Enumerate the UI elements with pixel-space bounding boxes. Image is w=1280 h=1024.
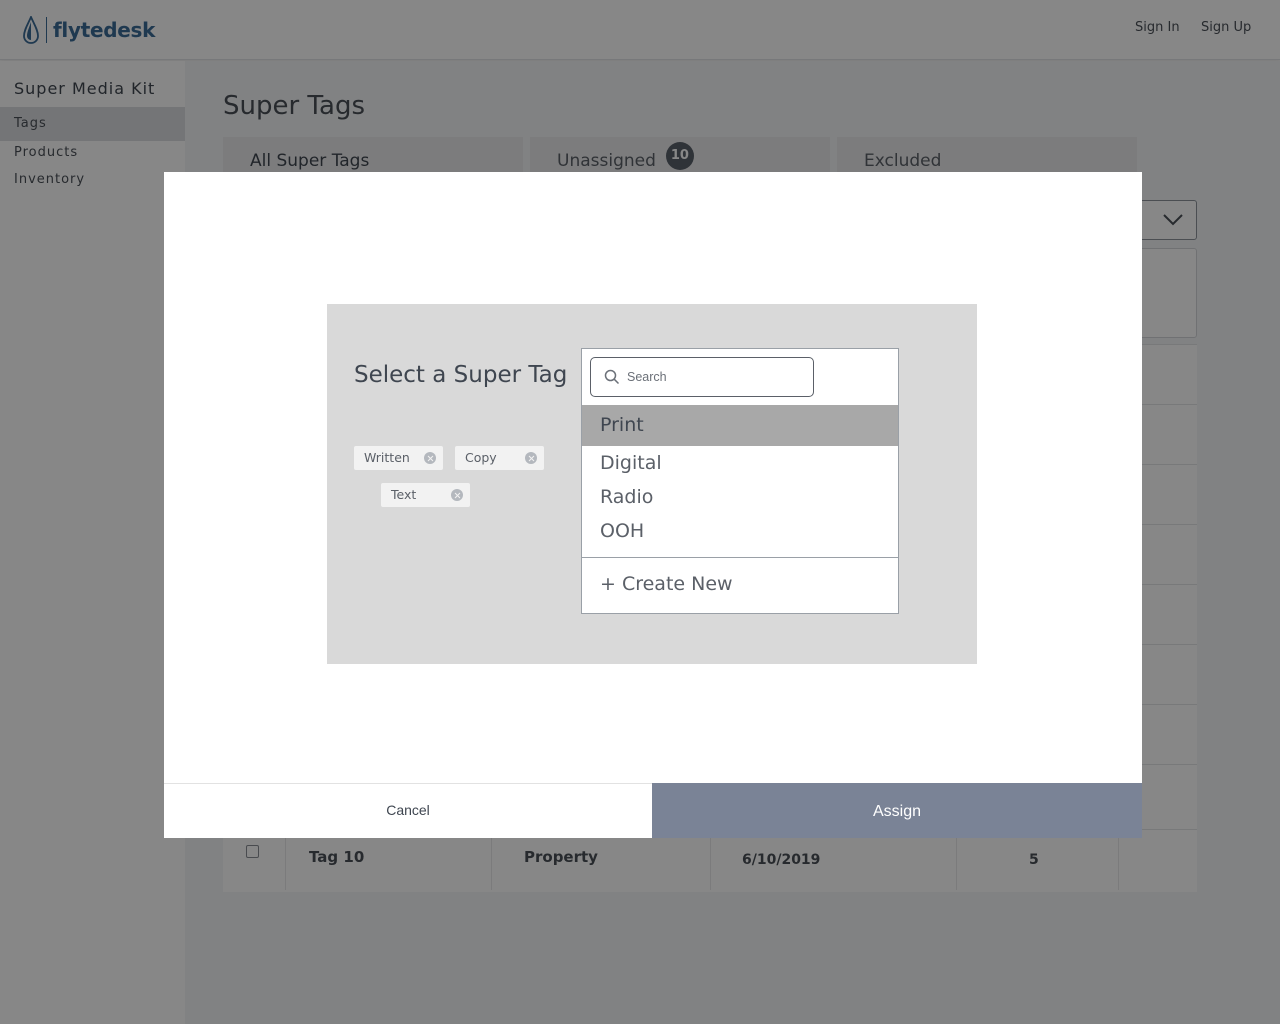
option-ooh[interactable]: OOH bbox=[582, 520, 898, 542]
chip-label: Text bbox=[391, 487, 417, 502]
chip-label: Written bbox=[364, 450, 410, 465]
option-print[interactable]: Print bbox=[582, 405, 898, 446]
tag-chip-written: Written bbox=[354, 446, 443, 470]
tag-chip-text: Text bbox=[381, 483, 470, 507]
super-tag-dropdown: Print Digital Radio OOH + Create New bbox=[581, 348, 899, 614]
assign-button[interactable]: Assign bbox=[652, 783, 1142, 838]
tag-chip-copy: Copy bbox=[455, 446, 544, 470]
create-new-option[interactable]: + Create New bbox=[600, 573, 733, 595]
option-radio[interactable]: Radio bbox=[582, 486, 898, 508]
select-super-tag-modal: Select a Super Tag Written Copy Text Pri… bbox=[164, 172, 1142, 838]
modal-title: Select a Super Tag bbox=[354, 362, 568, 388]
search-box[interactable] bbox=[590, 357, 814, 397]
remove-chip-icon[interactable] bbox=[451, 489, 463, 501]
search-input[interactable] bbox=[627, 366, 807, 388]
chip-label: Copy bbox=[465, 450, 497, 465]
search-icon bbox=[604, 369, 620, 385]
remove-chip-icon[interactable] bbox=[525, 452, 537, 464]
cancel-button[interactable]: Cancel bbox=[164, 783, 652, 838]
remove-chip-icon[interactable] bbox=[424, 452, 436, 464]
modal-body: Select a Super Tag Written Copy Text Pri… bbox=[327, 304, 977, 664]
option-digital[interactable]: Digital bbox=[582, 452, 898, 474]
dropdown-divider bbox=[582, 557, 898, 558]
